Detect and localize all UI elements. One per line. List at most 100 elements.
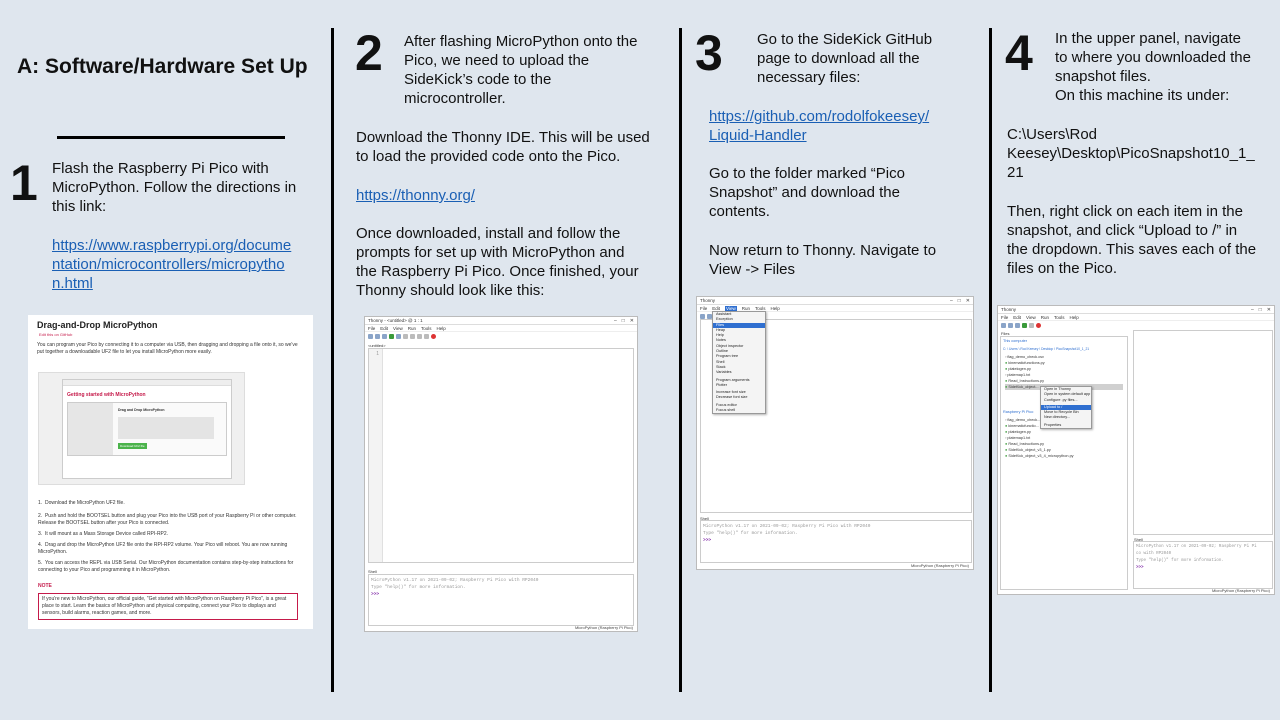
shell-prompt: >>> — [1136, 566, 1144, 570]
column-divider-3 — [989, 28, 992, 692]
stop-icon[interactable] — [431, 333, 436, 339]
step2-screenshot: Thonny - <untitled> @ 1 : 1 – □ ✕ File E… — [364, 316, 638, 632]
card-title: Getting started with MicroPython — [67, 392, 146, 398]
shell-prompt: >>> — [703, 538, 712, 543]
interpreter-status[interactable]: MicroPython (Raspberry Pi Pico) — [575, 625, 633, 630]
step3-intro: Go to the SideKick GitHub page to downlo… — [757, 31, 933, 86]
minimize-icon[interactable]: – — [950, 298, 953, 304]
open-file-icon[interactable] — [375, 333, 380, 339]
open-file-icon[interactable] — [1008, 322, 1013, 328]
pico-file-item[interactable]: ● SideKick_object_v3_4_micropython.py — [1005, 453, 1074, 459]
list-item: Push and hold the BOOTSEL button and plu… — [38, 513, 297, 526]
section-title: A: Software/Hardware Set Up — [17, 55, 308, 78]
stop-icon[interactable] — [1036, 322, 1041, 328]
menu-edit[interactable]: Edit — [1013, 315, 1021, 320]
computer-path: C: \ Users \ Rod Keesey \ Desktop \ Pico… — [1003, 347, 1090, 351]
menu-help[interactable]: Help — [437, 326, 446, 331]
step2-number: 2 — [355, 25, 383, 81]
close-icon[interactable]: ✕ — [630, 318, 634, 324]
step3-link[interactable]: https://github.com/rodolfokeesey/ Liquid… — [709, 107, 979, 145]
menu-help[interactable]: Help — [1070, 315, 1079, 320]
step4-number: 4 — [1005, 25, 1033, 81]
step1-link[interactable]: https://www.raspberrypi.org/docume ntati… — [52, 236, 312, 293]
close-icon[interactable]: ✕ — [1267, 307, 1271, 313]
code-editor[interactable]: 1 — [368, 348, 634, 563]
title-underline — [57, 136, 285, 139]
new-file-icon[interactable] — [700, 313, 705, 319]
new-file-icon[interactable] — [368, 333, 373, 339]
step-over-icon[interactable] — [403, 333, 408, 339]
code-editor[interactable] — [1133, 330, 1273, 535]
menu-tools[interactable]: Tools — [421, 326, 432, 331]
step-into-icon[interactable] — [410, 333, 415, 339]
toolbar — [365, 332, 637, 340]
view-menu-dropdown: Assistant Exception Files Heap Help Note… — [712, 311, 766, 415]
maximize-icon[interactable]: □ — [958, 298, 961, 304]
menu-file[interactable]: File — [368, 326, 375, 331]
new-file-icon[interactable] — [1001, 322, 1006, 328]
files-panel: This computer C: \ Users \ Rod Keesey \ … — [1000, 336, 1128, 590]
thonny-titlebar: Thonny - <untitled> @ 1 : 1 – □ ✕ — [365, 317, 637, 325]
menu-tools[interactable]: Tools — [755, 306, 766, 311]
maximize-icon[interactable]: □ — [1259, 307, 1262, 313]
rpi-doc-heading: Drag-and-Drop MicroPython — [37, 320, 158, 330]
run-icon[interactable] — [1022, 322, 1027, 328]
step4-path: C:\Users\Rod Keesey\Desktop\PicoSnapshot… — [1007, 126, 1255, 181]
debug-icon[interactable] — [396, 333, 401, 339]
step2-link[interactable]: https://thonny.org/ — [356, 186, 475, 205]
interpreter-status[interactable]: MicroPython (Raspberry Pi Pico) — [911, 563, 969, 568]
step3-number: 3 — [695, 25, 723, 81]
shell-panel[interactable]: MicroPython v1.17 on 2021-09-02; Raspber… — [368, 574, 634, 626]
minimize-icon[interactable]: – — [614, 318, 617, 324]
step-out-icon[interactable] — [417, 333, 422, 339]
shell-panel[interactable]: MicroPython v1.17 on 2021-09-02; Raspber… — [1133, 541, 1273, 589]
doc-steps-list: 1. Download the MicroPython UF2 file. 2.… — [38, 500, 297, 573]
menu-edit[interactable]: Edit — [712, 306, 720, 311]
menu-file[interactable]: File — [700, 306, 707, 311]
window-title: Thonny — [1001, 307, 1017, 312]
resume-icon[interactable] — [424, 333, 429, 339]
menu-view[interactable]: View — [393, 326, 403, 331]
menu-edit[interactable]: Edit — [380, 326, 388, 331]
rpi-doc-edit-link[interactable]: Edit this on GitHub — [39, 331, 72, 338]
debug-icon[interactable] — [1029, 322, 1034, 328]
step3-text1: Go to the folder marked “Pico Snapshot” … — [709, 165, 905, 220]
rpi-card: Getting started with MicroPython Drag an… — [38, 372, 245, 485]
menu-item[interactable]: Focus shell — [713, 408, 765, 413]
list-item: It will mount as a Mass Storage Device c… — [44, 531, 169, 537]
download-uf2-button[interactable]: Download UF2 file — [118, 443, 147, 449]
column-divider-1 — [331, 28, 334, 692]
rpi-doc-intro: You can program your Pico by connecting … — [37, 342, 298, 355]
step1-number: 1 — [10, 155, 38, 211]
maximize-icon[interactable]: □ — [622, 318, 625, 324]
save-icon[interactable] — [382, 333, 387, 339]
menu-run[interactable]: Run — [408, 326, 416, 331]
step2-text1: Download the Thonny IDE. This will be us… — [356, 129, 650, 165]
menu-run[interactable]: Run — [742, 306, 750, 311]
shell-line: co with RP2040 — [1136, 552, 1172, 556]
context-item[interactable]: Properties — [1041, 423, 1091, 428]
thonny-titlebar: Thonny – □ ✕ — [998, 306, 1274, 314]
menu-file[interactable]: File — [1001, 315, 1008, 320]
step4-screenshot: Thonny – □ ✕ File Edit View Run Tools He… — [997, 305, 1275, 595]
run-icon[interactable] — [389, 333, 394, 339]
this-computer-label: This computer — [1003, 339, 1028, 343]
toolbar — [998, 321, 1274, 329]
interpreter-status[interactable]: MicroPython (Raspberry Pi Pico) — [1212, 588, 1270, 593]
minimize-icon[interactable]: – — [1251, 307, 1254, 313]
pico-label: Raspberry Pi Pico — [1003, 410, 1034, 414]
menu-view[interactable]: View — [725, 305, 737, 311]
step2-intro: After flashing MicroPython onto the Pico… — [404, 33, 638, 107]
menu-tools[interactable]: Tools — [1054, 315, 1065, 320]
menu-help[interactable]: Help — [771, 306, 780, 311]
column-divider-2 — [679, 28, 682, 692]
context-item[interactable]: Open in system default app — [1041, 392, 1091, 397]
shell-panel[interactable]: MicroPython v1.17 on 2021-09-02; Raspber… — [700, 520, 972, 563]
save-icon[interactable] — [1015, 322, 1020, 328]
menu-view[interactable]: View — [1026, 315, 1036, 320]
step3-text2: Now return to Thonny. Navigate to View -… — [709, 242, 937, 278]
note-label: NOTE — [38, 583, 52, 589]
thonny-titlebar: Thonny – □ ✕ — [697, 297, 973, 305]
menu-run[interactable]: Run — [1041, 315, 1049, 320]
close-icon[interactable]: ✕ — [966, 298, 970, 304]
